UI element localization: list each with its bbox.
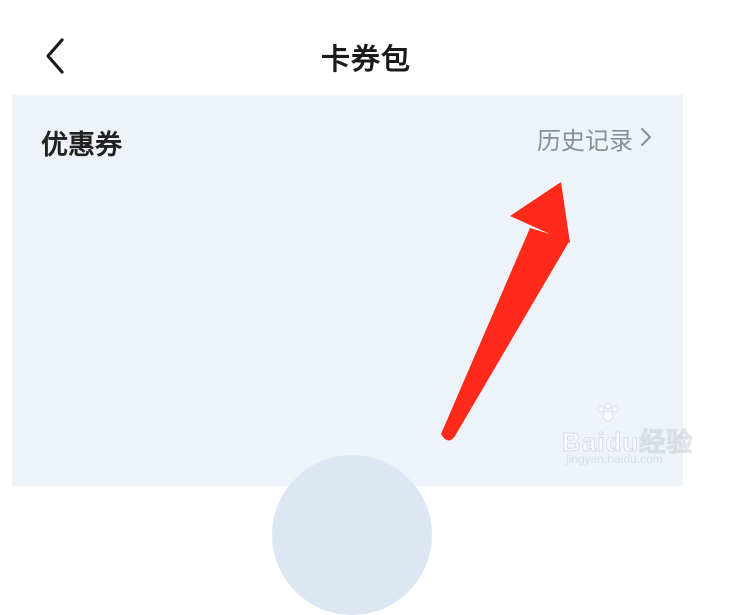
- paw-logo-icon: [597, 402, 619, 422]
- annotation-arrow: [441, 182, 570, 441]
- watermark-url: jingyan.baidu.com: [566, 452, 663, 466]
- watermark: Baidu经验 jingyan.baidu.com: [560, 402, 693, 466]
